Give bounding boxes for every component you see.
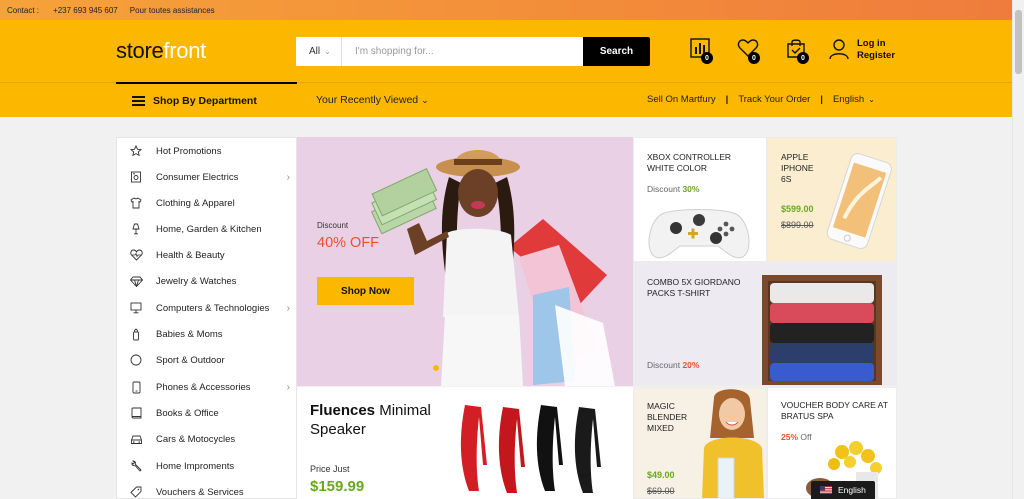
shop-by-department-button[interactable]: Shop By Department <box>116 82 297 117</box>
nav-right-links: Sell On Martfury | Track Your Order | En… <box>647 94 875 105</box>
card-discount: Discount 30% <box>647 184 700 194</box>
desktop-icon <box>129 302 143 314</box>
promo-card-iphone[interactable]: APPLE IPHONE 6S $599.00 $899.00 <box>767 137 897 262</box>
promo-card-combo[interactable]: COMBO 5X GIORDANO PACKS T-SHIRT Discount… <box>633 262 897 386</box>
hero-banner[interactable]: Discount 40% OFF Shop Now <box>297 137 633 386</box>
chevron-down-icon: ⌄ <box>421 95 429 105</box>
category-item[interactable]: Phones & Accessories › <box>117 374 296 400</box>
diamond-icon <box>129 276 143 287</box>
register-link[interactable]: Register <box>857 50 895 62</box>
header: storefront All⌄ Search 0 0 0 <box>0 20 1012 82</box>
iphone-image <box>826 153 892 250</box>
search-category-select[interactable]: All ⌄ <box>296 37 342 66</box>
category-item[interactable]: Consumer Electrics › <box>117 164 296 190</box>
account-area: Log in Register <box>829 38 895 62</box>
contact-phone[interactable]: +237 693 945 607 <box>53 6 118 15</box>
category-item[interactable]: Home, Garden & Kitchen <box>117 216 296 242</box>
category-item[interactable]: Babies & Moms <box>117 321 296 347</box>
chevron-right-icon: › <box>286 302 290 314</box>
card-title: XBOX CONTROLLER WHITE COLOR <box>647 152 732 173</box>
card-price: $49.00 <box>647 470 675 480</box>
xbox-controller-image <box>648 209 750 259</box>
chevron-right-icon: › <box>286 381 290 393</box>
speaker-banner[interactable]: Fluences Minimal Speaker Price Just $159… <box>297 387 633 499</box>
hero-discount-value: 40% OFF <box>317 235 380 251</box>
card-discount: Discount 20% <box>647 360 700 370</box>
tshirt-pack-image <box>762 275 882 385</box>
shop-now-button[interactable]: Shop Now <box>317 277 414 305</box>
scrollbar-thumb[interactable] <box>1015 10 1022 74</box>
card-old-price: $69.00 <box>647 486 675 496</box>
fridge-icon <box>129 171 143 183</box>
search-bar: All⌄ Search <box>296 37 650 66</box>
card-title: VOUCHER BODY CARE AT BRATUS SPA <box>781 400 888 421</box>
login-link[interactable]: Log in <box>857 38 895 50</box>
us-flag-icon <box>820 486 832 494</box>
category-item[interactable]: Sport & Outdoor <box>117 347 296 373</box>
tag-icon <box>129 486 143 498</box>
baby-bottle-icon <box>129 327 143 341</box>
card-title: MAGIC BLENDER MIXED <box>647 401 688 433</box>
recently-viewed-dropdown[interactable]: Your Recently Viewed ⌄ <box>316 94 429 106</box>
speaker-title: Fluences Minimal Speaker <box>310 402 431 438</box>
category-item[interactable]: Vouchers & Services <box>117 479 296 499</box>
wishlist-count: 0 <box>748 52 760 64</box>
category-item[interactable]: Books & Office <box>117 400 296 426</box>
shirt-icon <box>129 197 143 209</box>
book-icon <box>129 407 143 419</box>
sell-link[interactable]: Sell On Martfury <box>647 94 716 105</box>
chevron-down-icon: ⌄ <box>324 47 331 56</box>
speaker-price: $159.99 <box>310 478 365 495</box>
menu-icon <box>132 94 145 108</box>
chevron-down-icon: ⌄ <box>868 95 875 104</box>
card-old-price: $899.00 <box>781 220 814 230</box>
wishlist-button[interactable]: 0 <box>737 38 760 64</box>
navigation-bar: Shop By Department Your Recently Viewed … <box>0 82 1012 117</box>
cart-button[interactable]: 0 <box>786 38 809 64</box>
category-item[interactable]: Home Improments <box>117 453 296 479</box>
language-dropdown[interactable]: English ⌄ <box>833 94 875 105</box>
promo-card-blender[interactable]: MAGIC BLENDER MIXED $49.00 $69.00 <box>633 387 767 499</box>
category-item[interactable]: Health & Beauty <box>117 242 296 268</box>
language-switcher-button[interactable]: English <box>811 481 875 499</box>
heart-pulse-icon <box>129 249 143 261</box>
slider-dot[interactable] <box>433 365 439 371</box>
lamp-icon <box>129 223 143 235</box>
high-heels-image <box>460 405 601 493</box>
category-item[interactable]: Jewelry & Watches <box>117 268 296 294</box>
category-item[interactable]: Hot Promotions <box>117 138 296 164</box>
compare-count: 0 <box>701 52 713 64</box>
compare-button[interactable]: 0 <box>690 38 713 64</box>
category-item[interactable]: Clothing & Apparel <box>117 190 296 216</box>
topbar: Contact : +237 693 945 607 Pour toutes a… <box>0 0 1024 20</box>
card-title: APPLE IPHONE 6S <box>781 152 814 184</box>
track-order-link[interactable]: Track Your Order <box>738 94 810 105</box>
card-price: $599.00 <box>781 204 814 214</box>
woman-with-blender-image <box>702 389 764 498</box>
cart-count: 0 <box>797 52 809 64</box>
search-button[interactable]: Search <box>583 37 650 66</box>
star-icon <box>129 145 143 157</box>
search-input[interactable] <box>342 37 583 66</box>
category-item[interactable]: Cars & Motocycles <box>117 426 296 452</box>
assistance-text: Pour toutes assistances <box>129 5 215 15</box>
car-icon <box>129 434 143 445</box>
wrench-icon <box>129 460 143 472</box>
contact-label: Contact : <box>7 5 40 15</box>
ball-icon <box>129 354 143 366</box>
department-sidebar: Hot Promotions Consumer Electrics › Clot… <box>116 137 297 499</box>
chevron-right-icon: › <box>286 171 290 183</box>
speaker-price-label: Price Just <box>310 464 350 474</box>
card-title: COMBO 5X GIORDANO PACKS T-SHIRT <box>647 277 741 298</box>
user-icon <box>829 39 849 60</box>
logo[interactable]: storefront <box>116 38 206 64</box>
hero-discount-label: Discount <box>317 221 349 230</box>
phone-icon <box>129 381 143 394</box>
page-scrollbar[interactable] <box>1012 0 1024 499</box>
woman-with-shopping-bags-image <box>370 150 615 386</box>
category-item[interactable]: Computers & Technologies › <box>117 295 296 321</box>
promo-card-xbox[interactable]: XBOX CONTROLLER WHITE COLOR Discount 30% <box>633 137 767 262</box>
